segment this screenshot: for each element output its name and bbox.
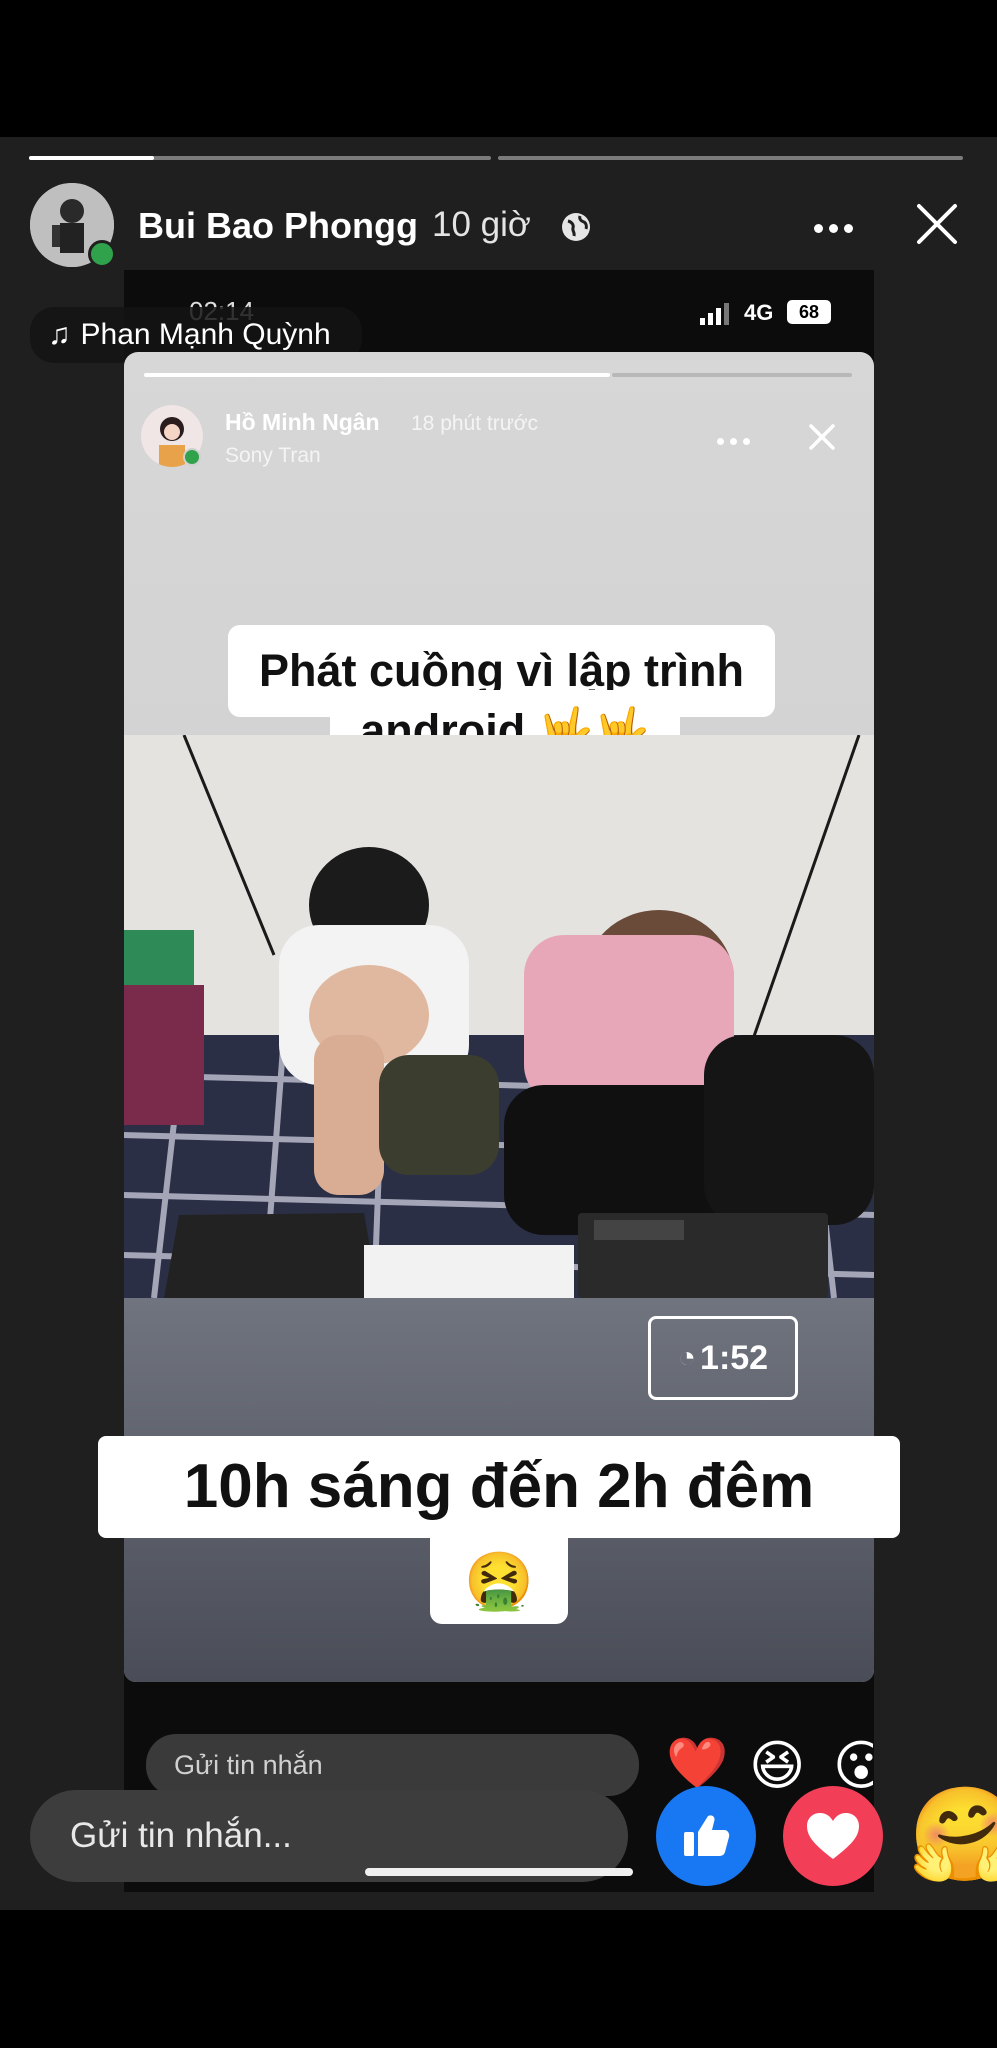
- home-indicator: [365, 1868, 633, 1876]
- story-photo: [124, 735, 874, 1298]
- video-duration: 1:52: [700, 1338, 769, 1377]
- video-duration-badge: ◔ 1:52: [648, 1316, 798, 1400]
- more-options-icon[interactable]: [814, 220, 859, 238]
- signal-icon: [700, 303, 730, 325]
- like-reaction-button[interactable]: [656, 1786, 756, 1886]
- battery-indicator: 68: [787, 300, 831, 324]
- story-progress-2: [498, 156, 963, 160]
- battery-level: 68: [798, 301, 820, 322]
- inner-more-options-icon[interactable]: [717, 432, 756, 450]
- inner-heart-icon: ❤️: [666, 1735, 729, 1791]
- inner-message-input: Gửi tin nhắn: [146, 1734, 639, 1796]
- overlay-caption: 10h sáng đến 2h đêm: [98, 1436, 900, 1538]
- love-reaction-button[interactable]: [783, 1786, 883, 1886]
- story-music-label: Phan Mạnh Quỳnh: [80, 318, 331, 351]
- story-progress-1: [29, 156, 491, 160]
- inner-online-indicator: [183, 448, 201, 466]
- thumbs-up-icon: [684, 1815, 730, 1856]
- inner-progress-2: [612, 373, 852, 377]
- inner-story-time: 18 phút trước: [411, 412, 539, 435]
- online-indicator: [88, 240, 116, 268]
- inner-progress-1: [144, 373, 610, 377]
- care-reaction-button[interactable]: 🤗: [908, 1780, 997, 1890]
- close-icon[interactable]: [916, 203, 958, 245]
- overlay-emoji: 🤮: [430, 1538, 568, 1624]
- music-note-icon: ♫: [48, 318, 71, 351]
- network-type: 4G: [744, 300, 774, 325]
- story-author-name[interactable]: Bui Bao Phongg: [138, 205, 418, 247]
- clock-icon: ◔: [677, 1341, 697, 1374]
- inner-close-icon[interactable]: [808, 423, 836, 451]
- inner-music-label: Sony Tran: [225, 444, 321, 467]
- inner-author-name[interactable]: Hồ Minh Ngân: [225, 409, 380, 436]
- story-time: 10 giờ: [432, 205, 531, 244]
- globe-icon: [560, 211, 592, 243]
- inner-laugh-icon: 😆: [749, 1736, 806, 1796]
- heart-icon: [807, 1813, 859, 1859]
